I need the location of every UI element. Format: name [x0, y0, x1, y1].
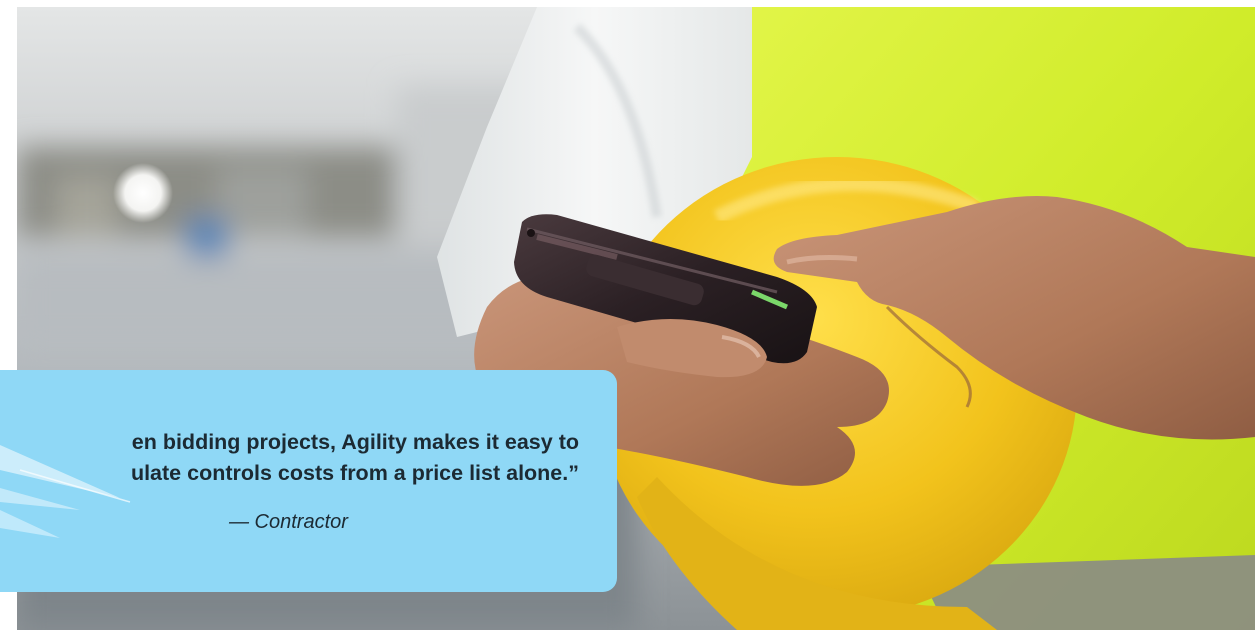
background-light [113, 163, 173, 223]
quote-line-1: en bidding projects, Agility makes it ea… [131, 430, 579, 454]
testimonial-card: en bidding projects, Agility makes it ea… [0, 370, 617, 592]
testimonial-quote: en bidding projects, Agility makes it ea… [131, 427, 579, 489]
testimonial-attribution: — Contractor [229, 511, 348, 533]
quote-line-2: ulate controls costs from a price list a… [130, 461, 579, 485]
